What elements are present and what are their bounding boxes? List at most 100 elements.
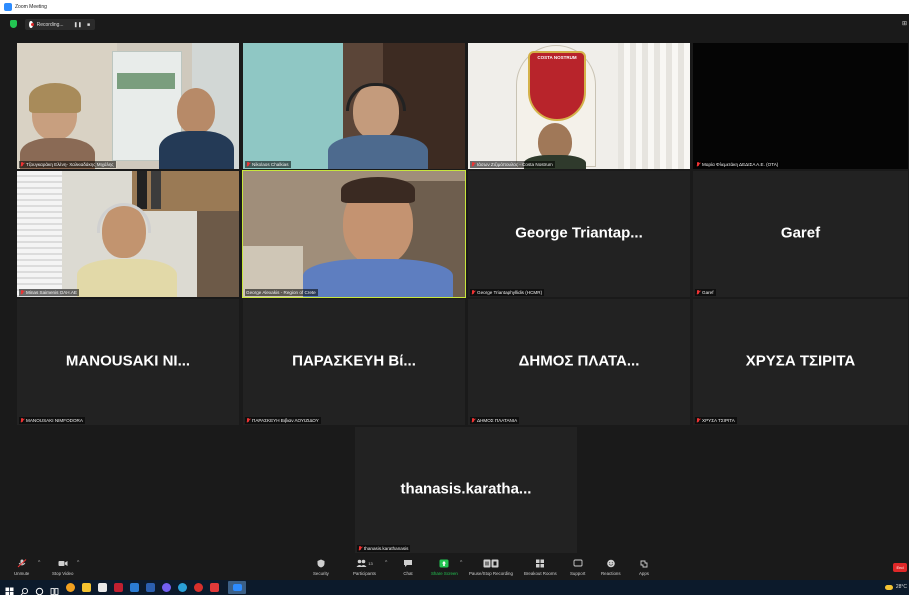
participant-name-label: ΠΑΡΑΣΚΕΥΗ Βιβιαν ΛΟΥΙΖΙΔΟΥ <box>245 417 321 424</box>
window-title: Zoom Meeting <box>15 4 47 10</box>
search-icon[interactable] <box>20 583 29 595</box>
cortana-circle-icon[interactable] <box>35 583 44 595</box>
costa-nostrum-logo: COSTA NOSTRUM <box>537 55 577 60</box>
recording-status: Recording... <box>36 21 64 28</box>
zoom-logo-icon <box>4 3 12 11</box>
system-tray: 28°C <box>884 584 907 590</box>
recording-dot-icon <box>29 21 34 28</box>
participant-name-label: MANOUSAKI NIMFODORA <box>19 417 85 424</box>
muted-mic-icon <box>471 162 475 167</box>
name-tile[interactable]: Garef Garef <box>693 171 908 297</box>
app-orange-icon[interactable] <box>210 583 219 592</box>
participant-name-label: thanasis.karathanasis <box>357 545 411 552</box>
video-tile[interactable]: COSTA NOSTRUM Ιάσων Ζιζιμόπουλος - Costa… <box>468 43 690 169</box>
chrome-icon[interactable] <box>66 583 75 592</box>
participant-name-label: Minas Saimenis ΟΛΗ.ΑΕ <box>19 289 79 296</box>
participants-options-caret-icon[interactable]: ^ <box>385 560 387 566</box>
participant-name-label: Μαρία Φλεμετάκη ΔΕΔΙΣΑ Α.Ε. (ΟΤΑ) <box>695 161 781 168</box>
task-view-icon[interactable] <box>50 583 59 595</box>
muted-mic-icon <box>471 418 475 423</box>
apps-button[interactable]: Apps <box>639 559 649 576</box>
reactions-button[interactable]: Reactions <box>601 559 621 576</box>
participant-video <box>243 43 465 169</box>
chat-button[interactable]: Chat <box>403 559 413 576</box>
participant-name-label: George Triantaphyllidis (HCMR) <box>470 289 545 296</box>
participant-display-name: MANOUSAKI NI... <box>65 352 191 370</box>
name-tile[interactable]: MANOUSAKI NI... MANOUSAKI NIMFODORA <box>17 299 239 425</box>
participant-name-label: ΔΗΜΟΣ ΠΛΑΤΑΝΙΑ <box>470 417 520 424</box>
muted-mic-icon <box>696 418 700 423</box>
stop-recording-button[interactable]: ■ <box>87 22 90 28</box>
opera-icon[interactable] <box>194 583 203 592</box>
video-tile[interactable]: Minas Saimenis ΟΛΗ.ΑΕ <box>17 171 239 297</box>
video-tile-active-speaker[interactable]: George Alexakis - Region of Crete <box>242 170 466 298</box>
word-icon[interactable] <box>130 583 139 592</box>
name-tile[interactable]: ΔΗΜΟΣ ΠΛΑΤΑ... ΔΗΜΟΣ ΠΛΑΤΑΝΙΑ <box>468 299 690 425</box>
muted-mic-icon <box>358 546 362 551</box>
share-options-caret-icon[interactable]: ^ <box>460 560 462 566</box>
security-button[interactable]: Security <box>313 559 329 576</box>
participant-name-label: George Alexakis - Region of Crete <box>245 289 318 296</box>
muted-mic-icon <box>696 162 700 167</box>
participant-video <box>17 43 239 169</box>
muted-mic-icon <box>20 162 24 167</box>
view-layout-button[interactable]: ⊞ <box>902 20 907 27</box>
support-button[interactable]: Support <box>570 559 585 576</box>
participants-count: 13 <box>368 561 373 566</box>
app-red-icon[interactable] <box>114 583 123 592</box>
participant-display-name: ΠΑΡΑΣΚΕΥΗ Βί... <box>292 352 416 370</box>
windows-taskbar: 28°C <box>0 580 909 595</box>
muted-mic-icon <box>246 162 250 167</box>
muted-mic-icon <box>471 290 475 295</box>
participant-name-label: ΧΡΥΣΑ ΤΣΙΡΙΤΑ <box>695 417 737 424</box>
video-tile[interactable]: Μαρία Φλεμετάκη ΔΕΔΙΣΑ Α.Ε. (ΟΤΑ) <box>693 43 908 169</box>
pause-stop-icon <box>483 559 499 568</box>
encryption-shield-icon[interactable] <box>10 20 17 28</box>
breakout-rooms-button[interactable]: Breakout Rooms <box>524 559 557 576</box>
muted-mic-icon <box>246 418 250 423</box>
audio-options-caret-icon[interactable]: ^ <box>38 560 40 566</box>
participant-name-label: Nikolaos Chalkias <box>245 161 291 168</box>
zoom-window: Zoom Meeting Recording... ❚❚ ■ ⊞ Τζουγκα… <box>0 0 909 595</box>
participants-icon: 13 <box>355 559 373 568</box>
file-explorer-icon[interactable] <box>82 583 91 592</box>
name-tile[interactable]: George Triantap... George Triantaphyllid… <box>468 171 690 297</box>
zoom-taskbar-icon[interactable] <box>228 581 246 594</box>
video-options-caret-icon[interactable]: ^ <box>77 560 79 566</box>
participant-display-name: George Triantap... <box>515 224 643 242</box>
windows-start-icon[interactable] <box>5 583 14 595</box>
apps-icon <box>639 559 649 568</box>
name-tile[interactable]: ΧΡΥΣΑ ΤΣΙΡΙΤΑ ΧΡΥΣΑ ΤΣΙΡΙΤΑ <box>693 299 908 425</box>
teams-icon[interactable] <box>146 583 155 592</box>
muted-mic-icon <box>20 290 24 295</box>
share-screen-button[interactable]: Share Screen <box>431 559 458 576</box>
participant-name-label: Τζουγκαράκη Ελένη- Χαλκιαδάκης Μιχάλης <box>19 161 116 168</box>
muted-microphone-icon <box>17 559 27 568</box>
unmute-button[interactable]: Unmute <box>14 559 29 576</box>
end-meeting-button[interactable]: End <box>893 563 907 572</box>
recording-indicator: Recording... ❚❚ ■ <box>25 19 95 30</box>
telegram-icon[interactable] <box>178 583 187 592</box>
participant-name-label: Garef <box>695 289 716 296</box>
pause-recording-button[interactable]: ❚❚ <box>74 22 82 28</box>
participant-display-name: ΧΡΥΣΑ ΤΣΙΡΙΤΑ <box>745 352 856 370</box>
breakout-rooms-icon <box>535 559 545 568</box>
shield-icon <box>316 559 326 568</box>
participants-button[interactable]: 13 Participants <box>353 559 376 576</box>
participant-display-name: Garef <box>780 224 821 242</box>
participant-display-name: ΔΗΜΟΣ ΠΛΑΤΑ... <box>518 352 640 370</box>
name-tile[interactable]: ΠΑΡΑΣΚΕΥΗ Βί... ΠΑΡΑΣΚΕΥΗ Βιβιαν ΛΟΥΙΖΙΔ… <box>243 299 465 425</box>
title-bar: Zoom Meeting <box>0 0 909 14</box>
video-tile[interactable]: Τζουγκαράκη Ελένη- Χαλκιαδάκης Μιχάλης <box>17 43 239 169</box>
weather-icon <box>884 584 893 590</box>
viber-icon[interactable] <box>162 583 171 592</box>
store-icon[interactable] <box>98 583 107 592</box>
video-tile[interactable]: Nikolaos Chalkias <box>243 43 465 169</box>
share-screen-icon <box>439 559 449 568</box>
participant-display-name: thanasis.karatha... <box>400 480 532 498</box>
pause-stop-recording-button[interactable]: Pause/Stop Recording <box>469 559 513 576</box>
meeting-controls-toolbar: Unmute ^ Stop Video ^ Security 13 Partic… <box>0 557 909 580</box>
stop-video-button[interactable]: Stop Video <box>52 559 73 576</box>
support-icon <box>573 559 583 568</box>
name-tile[interactable]: thanasis.karatha... thanasis.karathanasi… <box>355 427 577 553</box>
